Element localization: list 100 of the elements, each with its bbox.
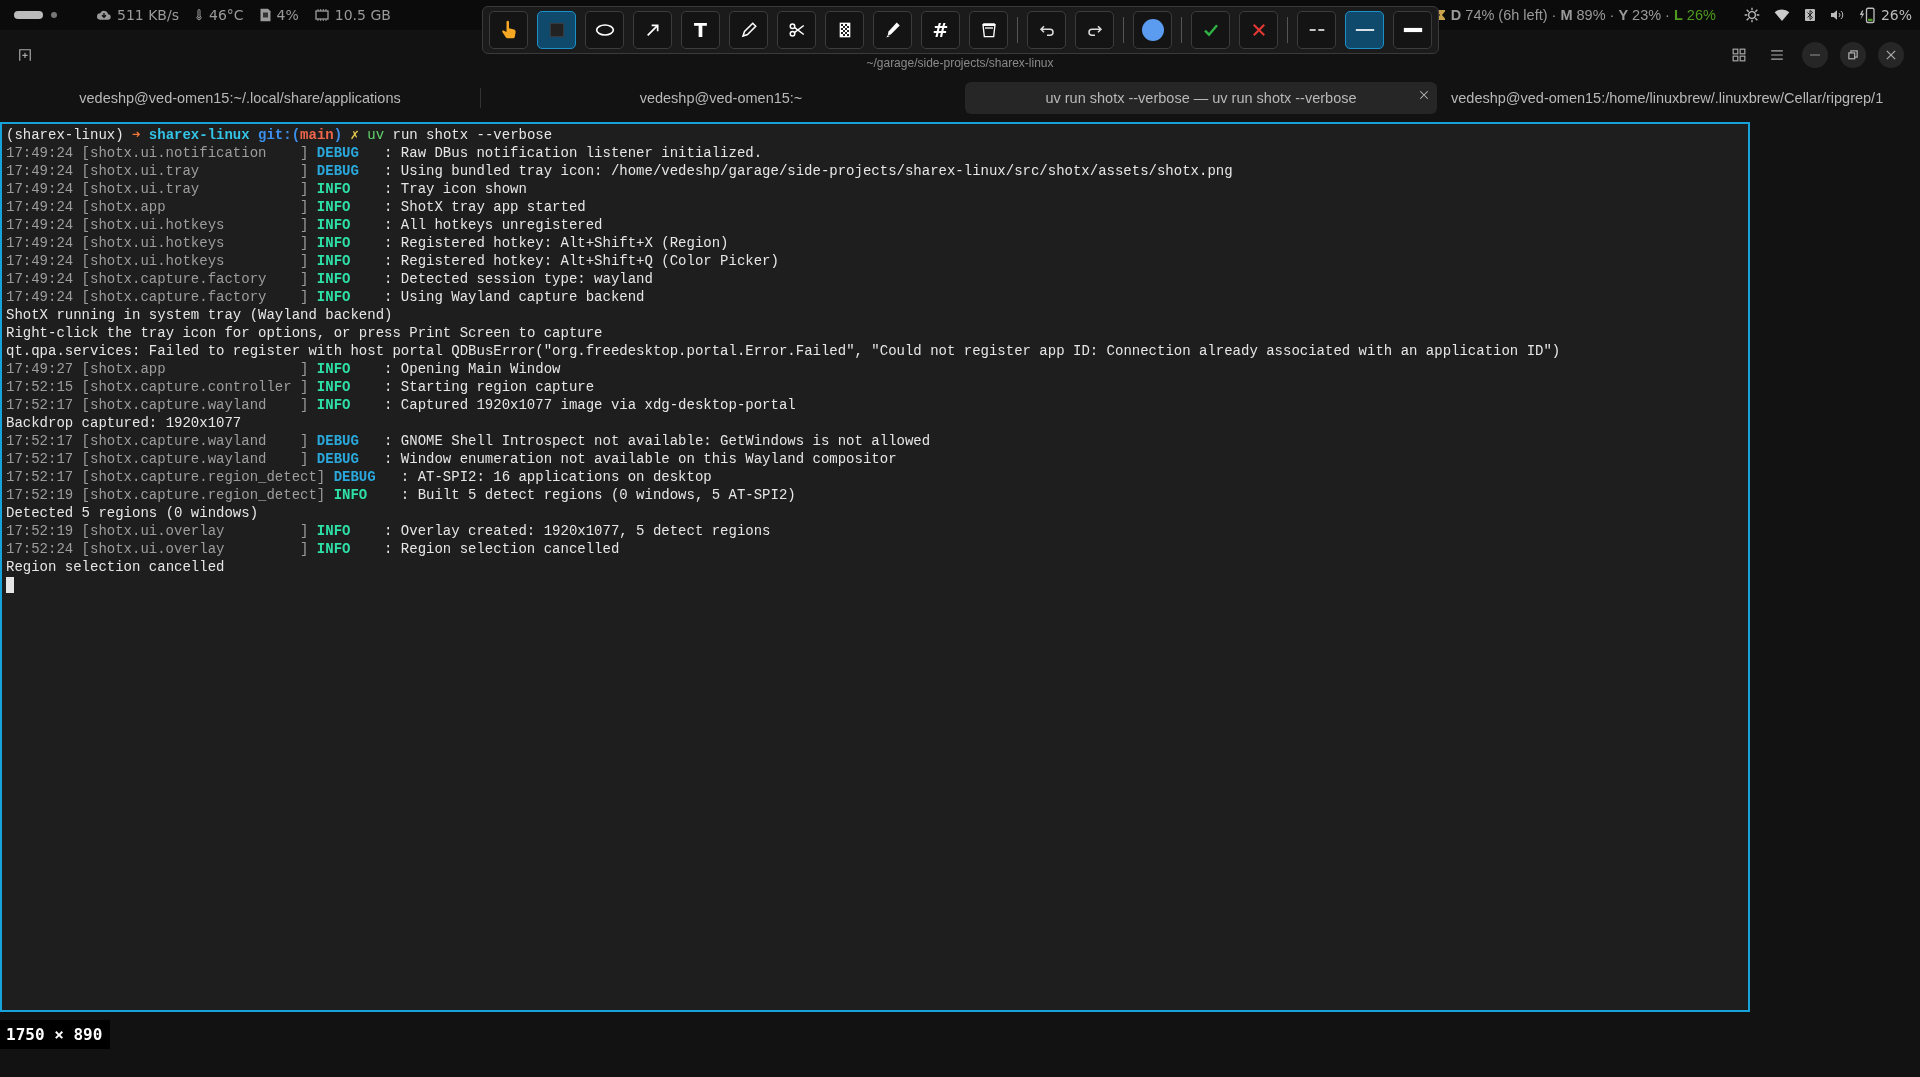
- log-level: INFO: [316, 216, 352, 234]
- rectangle-tool[interactable]: [537, 11, 576, 49]
- log-message: : Captured 1920x1077 image via xdg-desktop-portal: [384, 396, 796, 414]
- workspace-indicator[interactable]: [14, 11, 43, 19]
- wifi-icon: [1772, 7, 1791, 23]
- output-line: Region selection cancelled: [6, 558, 225, 576]
- log-level: INFO: [333, 486, 369, 504]
- command-prompt: (sharex-linux) ➜ sharex-linux git:(main) ✗ uv run shotx --verbose: [6, 126, 553, 144]
- log-level: INFO: [316, 540, 352, 558]
- log-timestamp: 17:49:24: [6, 234, 74, 252]
- output-line: Backdrop captured: 1920x1077: [6, 414, 242, 432]
- log-message: : Overlay created: 1920x1077, 5 detect regions: [384, 522, 771, 540]
- logger-name: [shotx.capture.region_detect]: [81, 468, 326, 486]
- marker-tool[interactable]: [873, 11, 912, 49]
- log-message: : AT-SPI2: 16 applications on desktop: [400, 468, 712, 486]
- selection-rectangle[interactable]: [0, 122, 1750, 1012]
- terminal-tab[interactable]: uv run shotx --verbose — uv run shotx --verbose: [965, 82, 1437, 114]
- logger-name: [shotx.ui.hotkeys ]: [81, 234, 309, 252]
- log-timestamp: 17:49:24: [6, 198, 74, 216]
- separator-dot: ·: [1551, 7, 1557, 23]
- log-timestamp: 17:52:17: [6, 396, 74, 414]
- log-timestamp: 17:52:24: [6, 540, 74, 558]
- output-line: Right-click the tray icon for options, or press Print Screen to capture: [6, 324, 603, 342]
- log-level: DEBUG: [333, 468, 377, 486]
- terminal-tab[interactable]: vedeshp@ved-omen15:~: [481, 82, 961, 114]
- log-message: : ShotX tray app started: [384, 198, 586, 216]
- stat-value: 10.5 GB: [334, 7, 391, 23]
- undo-button[interactable]: [1027, 11, 1066, 49]
- terminal-tab[interactable]: vedeshp@ved-omen15:~/.local/share/applications: [0, 82, 480, 114]
- log-timestamp: 17:49:24: [6, 216, 74, 234]
- logger-name: [shotx.ui.notification ]: [81, 144, 309, 162]
- color-picker[interactable]: [1133, 11, 1172, 49]
- workspace-indicator[interactable]: [51, 12, 57, 18]
- text-tool[interactable]: T: [681, 11, 720, 49]
- ellipse-tool[interactable]: [585, 11, 624, 49]
- separator-dot: ·: [1609, 7, 1615, 23]
- logger-name: [shotx.capture.region_detect]: [81, 486, 326, 504]
- logger-name: [shotx.ui.overlay ]: [81, 540, 309, 558]
- log-message: : Using Wayland capture backend: [384, 288, 645, 306]
- separator-dot: ·: [1665, 7, 1670, 23]
- logger-name: [shotx.app ]: [81, 360, 309, 378]
- logger-name: [shotx.ui.hotkeys ]: [81, 216, 309, 234]
- restore-button[interactable]: [1840, 42, 1866, 68]
- log-timestamp: 17:49:24: [6, 270, 74, 288]
- scissors-tool[interactable]: [777, 11, 816, 49]
- cancel-button[interactable]: [1239, 11, 1278, 49]
- log-level: INFO: [316, 378, 352, 396]
- hand-tool[interactable]: [489, 11, 528, 49]
- new-tab-icon: [18, 48, 32, 62]
- log-timestamp: 17:49:24: [6, 162, 74, 180]
- log-level: INFO: [316, 360, 352, 378]
- terminal-tab[interactable]: vedeshp@ved-omen15:/home/linuxbrew/.linuxbrew/Cellar/ripgrep/1: [1441, 82, 1884, 114]
- arrow-tool[interactable]: [633, 11, 672, 49]
- stat-value: 511 KB/s: [117, 7, 179, 23]
- battery-icon: [1857, 6, 1878, 24]
- dashed-line-icon: [1308, 27, 1325, 33]
- log-level: INFO: [316, 396, 352, 414]
- bluetooth-icon: [1803, 6, 1816, 24]
- log-message: : Starting region capture: [384, 378, 595, 396]
- minimize-button[interactable]: [1802, 42, 1828, 68]
- close-icon: [1251, 23, 1266, 37]
- log-level: DEBUG: [316, 144, 360, 162]
- confirm-button[interactable]: [1191, 11, 1230, 49]
- logger-name: [shotx.ui.tray ]: [81, 180, 309, 198]
- redo-button[interactable]: [1075, 11, 1114, 49]
- log-level: INFO: [316, 234, 352, 252]
- log-message: : Detected session type: wayland: [384, 270, 653, 288]
- log-timestamp: 17:52:19: [6, 522, 74, 540]
- redo-icon: [1085, 23, 1104, 37]
- number-tool[interactable]: #: [921, 11, 960, 49]
- usage-stat: L 26%: [1673, 7, 1716, 23]
- log-level: INFO: [316, 288, 352, 306]
- log-message: : Tray icon shown: [384, 180, 527, 198]
- thick-line-icon: [1402, 27, 1423, 33]
- log-level: DEBUG: [316, 450, 360, 468]
- text-cursor: [6, 577, 14, 593]
- output-line: Detected 5 regions (0 windows): [6, 504, 259, 522]
- thick-line-button[interactable]: [1393, 11, 1432, 49]
- stat-value: 46°C: [208, 7, 244, 23]
- log-timestamp: 17:49:24: [6, 144, 74, 162]
- grid-icon: [1732, 48, 1746, 62]
- log-message: : All hotkeys unregistered: [384, 216, 603, 234]
- brightness-icon: [1743, 7, 1760, 23]
- close-button[interactable]: [1878, 42, 1904, 68]
- thin-line-button[interactable]: [1345, 11, 1384, 49]
- logger-name: [shotx.capture.wayland ]: [81, 450, 309, 468]
- logger-name: [shotx.ui.hotkeys ]: [81, 252, 309, 270]
- minimize-icon: [1810, 54, 1820, 56]
- log-message: : Using bundled tray icon: /home/vedeshp/garage/side-projects/sharex-linux/src/shotx/assets/shotx.png: [384, 162, 1233, 180]
- logger-name: [shotx.capture.factory ]: [81, 288, 309, 306]
- pencil-tool[interactable]: [729, 11, 768, 49]
- new-tab-button[interactable]: [18, 48, 32, 62]
- log-level: DEBUG: [316, 162, 360, 180]
- usage-stat: Y 23%: [1618, 7, 1662, 23]
- pixelate-tool[interactable]: [825, 11, 864, 49]
- log-message: : Window enumeration not available on this Wayland compositor: [384, 450, 897, 468]
- logger-name: [shotx.capture.factory ]: [81, 270, 309, 288]
- scissors-icon: [787, 21, 806, 39]
- log-message: : GNOME Shell Introspect not available: GetWindows is not allowed: [384, 432, 931, 450]
- trash-tool[interactable]: [969, 11, 1008, 49]
